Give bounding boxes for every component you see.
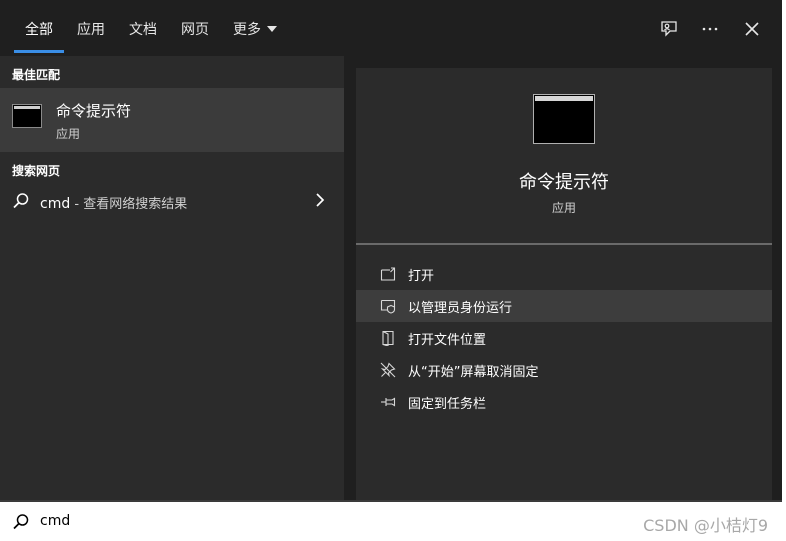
caret-down-icon — [267, 26, 277, 32]
file-location-icon — [380, 330, 396, 346]
command-prompt-icon — [12, 104, 42, 128]
tab-more[interactable]: 更多 — [233, 20, 277, 40]
open-window-icon — [380, 266, 396, 282]
active-tab-indicator — [14, 50, 64, 53]
search-bar: CSDN @小桔灯9 — [0, 500, 782, 541]
preview-divider — [356, 243, 772, 245]
action-run-as-admin-label: 以管理员身份运行 — [408, 301, 513, 316]
pin-icon — [380, 394, 396, 410]
tab-more-label: 更多 — [233, 22, 261, 38]
feedback-icon[interactable] — [656, 16, 682, 42]
action-file-location-label: 打开文件位置 — [408, 333, 487, 348]
search-input[interactable] — [40, 510, 600, 532]
action-pin-taskbar[interactable]: 固定到任务栏 — [356, 386, 772, 418]
search-icon — [12, 192, 30, 210]
web-search-item[interactable]: cmd - 查看网络搜索结果 — [0, 186, 344, 218]
preview-pane: 命令提示符 应用 打开 以管理员身份运行 打开文件位置 从“开始”屏幕取消固定 … — [344, 56, 782, 500]
unpin-icon — [380, 362, 396, 378]
background-edge — [782, 0, 786, 541]
action-run-as-admin[interactable]: 以管理员身份运行 — [356, 290, 772, 322]
best-match-item[interactable]: 命令提示符 应用 — [0, 88, 344, 152]
action-file-location[interactable]: 打开文件位置 — [356, 322, 772, 354]
search-icon — [12, 513, 30, 531]
preview-subtitle: 应用 — [551, 201, 576, 215]
best-match-title: 命令提示符 — [56, 102, 132, 120]
action-unpin-start[interactable]: 从“开始”屏幕取消固定 — [356, 354, 772, 386]
web-search-heading: 搜索网页 — [12, 164, 61, 178]
best-match-heading: 最佳匹配 — [12, 68, 61, 82]
web-search-text: cmd - 查看网络搜索结果 — [40, 193, 187, 212]
search-window: 全部 应用 文档 网页 更多 最佳匹配 命令提示符 应用 搜索网页 cmd - … — [0, 0, 782, 500]
run-as-admin-icon — [380, 298, 396, 314]
more-options-icon[interactable] — [697, 16, 723, 42]
best-match-subtitle: 应用 — [56, 127, 81, 141]
web-search-desc: - 查看网络搜索结果 — [70, 197, 188, 212]
command-prompt-large-icon — [533, 94, 595, 144]
action-pin-taskbar-label: 固定到任务栏 — [408, 397, 487, 412]
action-unpin-start-label: 从“开始”屏幕取消固定 — [408, 365, 539, 380]
tab-bar: 全部 应用 文档 网页 更多 — [0, 0, 782, 56]
chevron-right-icon[interactable] — [312, 190, 328, 210]
preview-title: 命令提示符 — [519, 172, 609, 193]
watermark: CSDN @小桔灯9 — [643, 516, 768, 535]
action-open-label: 打开 — [408, 269, 435, 284]
preview-card: 命令提示符 应用 打开 以管理员身份运行 打开文件位置 从“开始”屏幕取消固定 … — [356, 68, 772, 500]
action-open[interactable]: 打开 — [356, 258, 772, 290]
tab-web[interactable]: 网页 — [181, 20, 209, 40]
close-icon[interactable] — [739, 16, 765, 42]
results-pane: 最佳匹配 命令提示符 应用 搜索网页 cmd - 查看网络搜索结果 — [0, 56, 344, 500]
web-search-query: cmd — [40, 196, 71, 212]
tab-all[interactable]: 全部 — [25, 20, 53, 40]
tab-documents[interactable]: 文档 — [129, 20, 157, 40]
tab-apps[interactable]: 应用 — [77, 20, 105, 40]
